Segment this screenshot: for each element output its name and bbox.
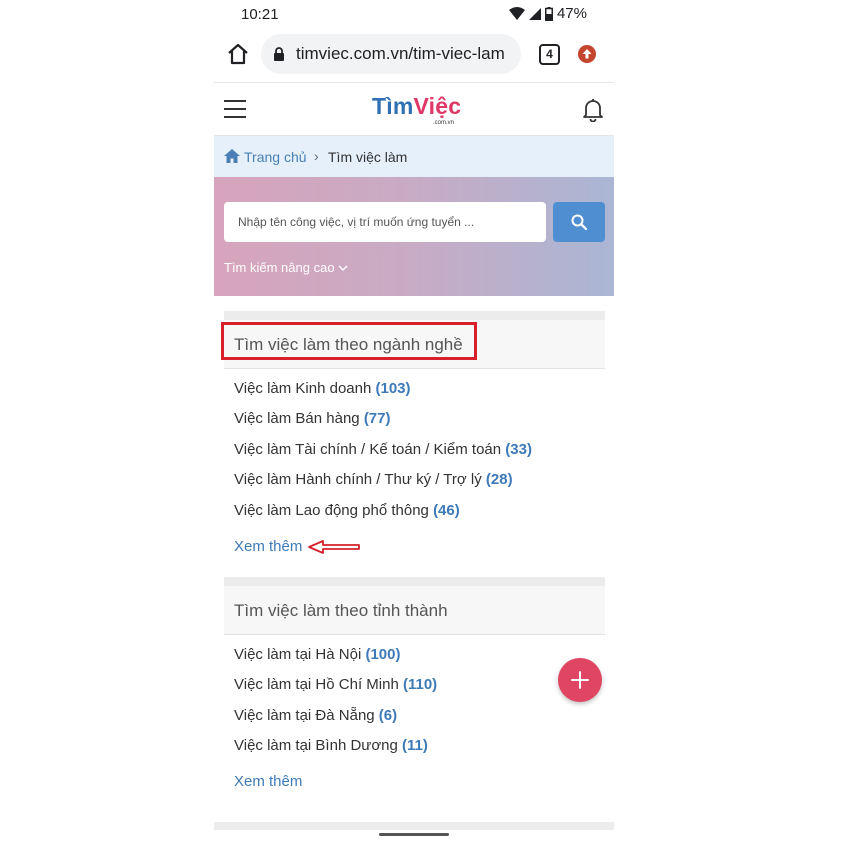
section-province: Tìm việc làm theo tỉnh thành Việc làm tạ… bbox=[224, 577, 605, 807]
annotation-highlight-box bbox=[221, 322, 477, 360]
list-item[interactable]: Việc làm Tài chính / Kế toán / Kiểm toán… bbox=[234, 441, 532, 458]
site-logo[interactable]: TìmViệc bbox=[372, 93, 461, 120]
wifi-icon bbox=[508, 7, 525, 20]
list-item[interactable]: Việc làm Bán hàng (77) bbox=[234, 410, 391, 427]
advanced-search-link[interactable]: Tìm kiếm nâng cao bbox=[224, 260, 348, 275]
section-header: Tìm việc làm theo tỉnh thành bbox=[224, 586, 605, 635]
arrow-annotation-icon bbox=[308, 540, 360, 554]
list-item[interactable]: Việc làm Hành chính / Thư ký / Trợ lý (2… bbox=[234, 471, 513, 488]
lock-icon bbox=[274, 47, 284, 61]
battery-percent: 47% bbox=[556, 5, 587, 22]
browser-toolbar: timviec.com.vn/tim-viec-lam 4 bbox=[214, 28, 614, 83]
address-bar[interactable]: timviec.com.vn/tim-viec-lam bbox=[261, 34, 521, 74]
section-divider bbox=[214, 822, 614, 830]
breadcrumb: Trang chủ › Tìm việc làm bbox=[214, 136, 614, 177]
status-bar: 10:21 47% bbox=[214, 0, 614, 28]
add-fab-button[interactable] bbox=[558, 658, 602, 702]
search-icon bbox=[571, 214, 587, 230]
breadcrumb-separator: › bbox=[314, 148, 319, 164]
status-time: 10:21 bbox=[241, 6, 279, 23]
list-item[interactable]: Việc làm Kinh doanh (103) bbox=[234, 380, 411, 397]
see-more-link[interactable]: Xem thêm bbox=[234, 773, 302, 790]
home-icon[interactable] bbox=[224, 149, 240, 163]
section-header: Tìm việc làm theo ngành nghề bbox=[221, 320, 605, 369]
url-text: timviec.com.vn/tim-viec-lam bbox=[296, 44, 505, 63]
battery-icon bbox=[544, 6, 553, 21]
search-button[interactable] bbox=[553, 202, 605, 242]
phone-screen: 10:21 47% timviec.com.vn/tim-viec-lam 4 … bbox=[214, 0, 614, 843]
list-item[interactable]: Việc làm Lao động phổ thông (46) bbox=[234, 502, 460, 519]
list-item[interactable]: Việc làm tại Bình Dương (11) bbox=[234, 737, 428, 754]
section-industry: Tìm việc làm theo ngành nghề Việc làm Ki… bbox=[221, 311, 605, 571]
menu-icon[interactable] bbox=[224, 100, 246, 118]
chevron-down-icon bbox=[338, 265, 348, 272]
section-title: Tìm việc làm theo tỉnh thành bbox=[234, 601, 448, 620]
plus-icon bbox=[571, 671, 589, 689]
breadcrumb-current: Tìm việc làm bbox=[328, 149, 408, 165]
list-item[interactable]: Việc làm tại Hồ Chí Minh (110) bbox=[234, 676, 437, 693]
breadcrumb-home[interactable]: Trang chủ bbox=[244, 149, 307, 165]
search-banner: Tìm kiếm nâng cao bbox=[214, 177, 614, 296]
tabs-icon[interactable]: 4 bbox=[539, 44, 560, 65]
see-more-link[interactable]: Xem thêm bbox=[234, 538, 302, 555]
list-item[interactable]: Việc làm tại Đà Nẵng (6) bbox=[234, 707, 397, 724]
gesture-handle[interactable] bbox=[379, 833, 449, 836]
site-header: TìmViệc .com.vn bbox=[214, 83, 614, 136]
bell-icon[interactable] bbox=[582, 98, 604, 122]
home-icon[interactable] bbox=[226, 42, 250, 66]
update-icon[interactable] bbox=[578, 45, 596, 63]
signal-icon bbox=[528, 7, 541, 20]
list-item[interactable]: Việc làm tại Hà Nội (100) bbox=[234, 646, 400, 663]
search-input[interactable] bbox=[224, 202, 546, 242]
logo-domain: .com.vn bbox=[433, 120, 455, 126]
